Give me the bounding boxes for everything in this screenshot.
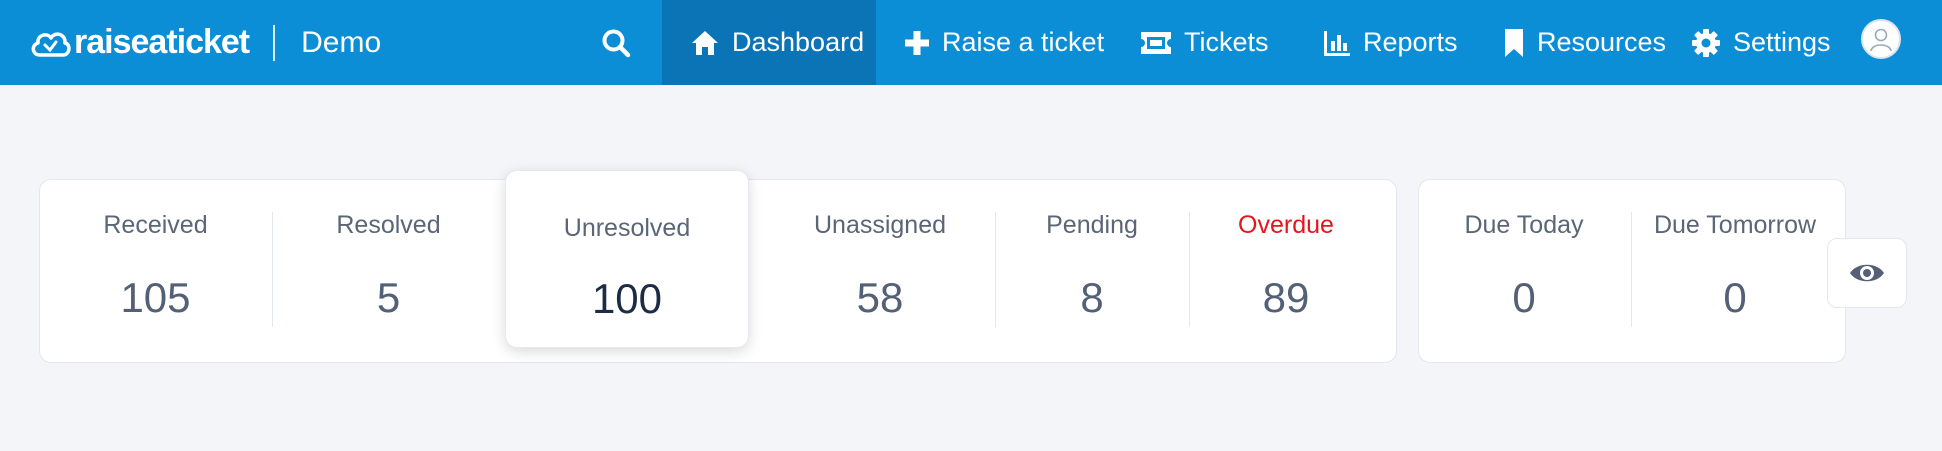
brand-divider — [273, 24, 276, 61]
ticket-icon — [1141, 31, 1171, 54]
stat-pending[interactable]: Pending 8 — [995, 179, 1189, 363]
brand-name: raiseaticket — [74, 23, 250, 61]
bookmark-icon — [1505, 28, 1523, 57]
home-icon — [692, 30, 718, 55]
stat-pending-label: Pending — [1046, 211, 1138, 239]
stat-due-tomorrow-value: 0 — [1723, 274, 1747, 321]
stat-unresolved[interactable]: Unresolved 100 — [505, 170, 749, 348]
gear-icon — [1692, 28, 1720, 57]
search-button[interactable] — [590, 17, 642, 69]
workspace-name: Demo — [301, 25, 382, 59]
stat-unassigned-value: 58 — [856, 274, 904, 321]
stat-due-today-value: 0 — [1512, 274, 1536, 321]
stat-unassigned-label: Unassigned — [813, 211, 947, 239]
stat-due-today[interactable]: Due Today 0 — [1418, 179, 1630, 363]
nav-settings-label: Settings — [1733, 27, 1831, 57]
stat-due-tomorrow-label: Due Tomorrow — [1653, 211, 1817, 239]
nav-dashboard-label: Dashboard — [732, 27, 865, 57]
nav-settings[interactable]: Settings — [1691, 0, 1831, 85]
nav-reports[interactable]: Reports — [1323, 0, 1458, 85]
stat-pending-value: 8 — [1080, 274, 1104, 321]
nav-tickets-label: Tickets — [1184, 27, 1269, 57]
stat-resolved[interactable]: Resolved 5 — [272, 179, 505, 363]
search-icon — [602, 29, 631, 58]
stat-due-tomorrow[interactable]: Due Tomorrow 0 — [1631, 179, 1839, 363]
stat-resolved-value: 5 — [376, 274, 401, 321]
nav-raise-ticket-label: Raise a ticket — [942, 27, 1105, 57]
top-navigation-bar: raiseaticket Demo Dashboard Raise a tick… — [0, 0, 1942, 85]
nav-resources[interactable]: Resources — [1503, 0, 1666, 85]
stat-resolved-label: Resolved — [336, 211, 441, 239]
stat-unresolved-value: 100 — [591, 275, 663, 322]
stat-received[interactable]: Received 105 — [39, 179, 272, 363]
eye-icon — [1850, 264, 1884, 282]
nav-dashboard[interactable]: Dashboard — [662, 0, 876, 85]
toggle-visibility-button[interactable] — [1827, 238, 1907, 308]
user-avatar[interactable] — [1861, 19, 1901, 59]
stat-received-label: Received — [103, 211, 208, 239]
user-icon — [1870, 28, 1892, 52]
stat-overdue-label: Overdue — [1238, 211, 1334, 239]
stat-unassigned[interactable]: Unassigned 58 — [765, 179, 995, 363]
nav-tickets[interactable]: Tickets — [1140, 0, 1269, 85]
nav-resources-label: Resources — [1537, 27, 1667, 57]
bar-chart-icon — [1324, 30, 1350, 56]
stat-received-value: 105 — [120, 274, 191, 321]
stat-unresolved-label: Unresolved — [563, 214, 691, 242]
stat-overdue-value: 89 — [1262, 274, 1310, 321]
cloud-logo-icon — [31, 31, 71, 57]
stat-due-today-label: Due Today — [1464, 211, 1584, 239]
plus-icon — [905, 30, 929, 55]
nav-reports-label: Reports — [1363, 27, 1458, 57]
nav-raise-ticket[interactable]: Raise a ticket — [904, 0, 1104, 85]
brand[interactable]: raiseaticket Demo — [28, 0, 381, 85]
stat-overdue[interactable]: Overdue 89 — [1189, 179, 1383, 363]
